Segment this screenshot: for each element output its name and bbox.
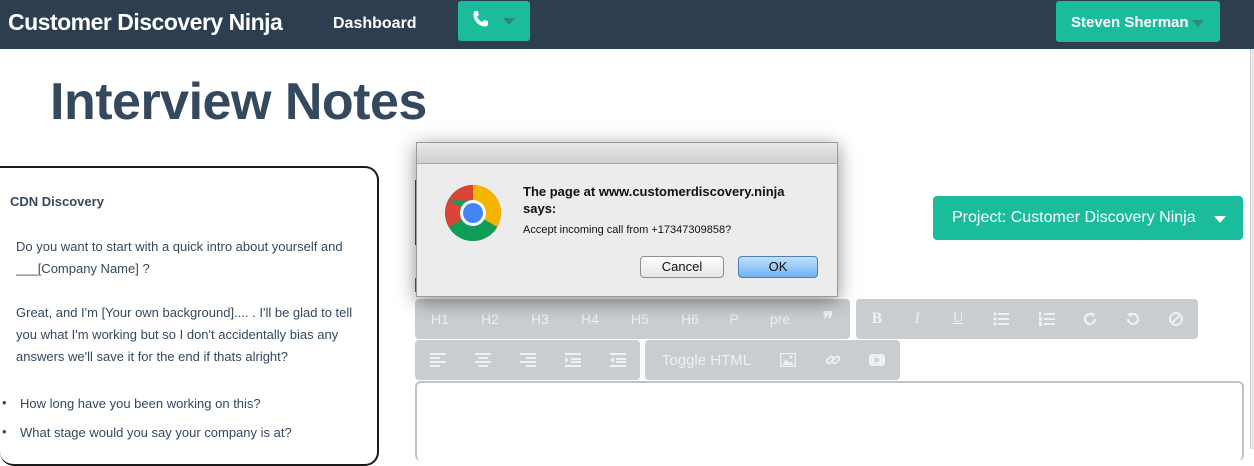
dialog-titlebar[interactable] [417,143,837,164]
page-title: Interview Notes [50,73,427,131]
underline-icon[interactable]: U [947,310,969,327]
quote-icon[interactable]: ❞ [815,307,841,332]
toolbar-h6-button[interactable]: H6 [673,311,707,327]
nav-dashboard-link[interactable]: Dashboard [333,15,417,33]
bold-icon[interactable]: B [866,310,888,328]
toolbar-heading-group: H1 H2 H3 H4 H5 H6 P pre ❞ [415,299,850,339]
page-scrollbar[interactable] [1250,49,1254,449]
top-navbar: Customer Discovery Ninja Dashboard Steve… [0,0,1254,49]
script-paragraph-line: ___[Company Name] ? [16,261,150,276]
chevron-down-icon [503,18,515,25]
phone-icon [473,11,488,27]
bullet-marker: • [2,424,7,439]
toolbar-pre-button[interactable]: pre [763,311,797,327]
toolbar-p-button[interactable]: P [721,311,747,327]
italic-icon[interactable]: I [906,310,928,328]
outdent-icon[interactable] [610,353,626,367]
redo-icon[interactable] [1082,311,1098,327]
user-name: Steven Sherman [1071,14,1189,31]
align-center-icon[interactable] [475,353,491,367]
cancel-button[interactable]: Cancel [640,256,724,278]
link-icon[interactable] [825,352,841,368]
script-paragraph-line: Do you want to start with a quick intro … [16,239,343,254]
toolbar-insert-group: Toggle HTML [645,340,900,380]
script-paragraph-line: Great, and I'm [Your own background]....… [16,305,353,320]
script-paragraph-line: you what I'm working but so I don't acci… [16,327,339,342]
brand-logo[interactable]: Customer Discovery Ninja [8,9,283,36]
script-bullet-item: How long have you been working on this? [20,396,261,411]
undo-icon[interactable] [1125,311,1141,327]
align-right-icon[interactable] [520,353,536,367]
script-bullet-item: What stage would you say your company is… [20,425,292,440]
toolbar-h4-button[interactable]: H4 [573,311,607,327]
image-icon[interactable] [780,353,796,367]
chevron-down-icon [1214,216,1226,223]
project-label: Project: Customer Discovery Ninja [952,209,1196,226]
toolbar-h5-button[interactable]: H5 [623,311,657,327]
notes-editor[interactable] [415,381,1244,461]
script-title: CDN Discovery [10,194,104,209]
dialog-heading-line: The page at www.customerdiscovery.ninja [523,184,785,199]
chevron-down-icon [1192,20,1204,27]
project-dropdown-button[interactable]: Project: Customer Discovery Ninja [933,196,1243,240]
indent-icon[interactable] [565,353,581,367]
toggle-html-button[interactable]: Toggle HTML [659,352,754,369]
bullet-marker: • [2,395,7,410]
browser-alert-dialog: The page at www.customerdiscovery.ninja … [416,142,838,297]
toolbar-align-group [415,340,640,380]
dialog-heading: The page at www.customerdiscovery.ninja … [523,183,823,217]
toolbar-h2-button[interactable]: H2 [473,311,507,327]
ordered-list-icon[interactable] [1039,312,1055,326]
toolbar-format-group: B I U [856,299,1198,339]
call-dropdown-button[interactable] [458,1,530,41]
toolbar-h3-button[interactable]: H3 [523,311,557,327]
video-icon[interactable] [869,353,885,367]
align-left-icon[interactable] [430,353,446,367]
user-menu-button[interactable]: Steven Sherman [1056,1,1220,42]
toolbar-h1-button[interactable]: H1 [423,311,457,327]
dialog-heading-line: says: [523,201,557,216]
dialog-message: Accept incoming call from +17347309858? [523,224,732,236]
unordered-list-icon[interactable] [993,312,1009,326]
clear-format-icon[interactable] [1168,311,1184,327]
ok-button[interactable]: OK [738,256,818,278]
chrome-logo-icon [445,185,501,241]
script-paragraph-line: answers we'll save it for the end if tha… [16,349,289,364]
